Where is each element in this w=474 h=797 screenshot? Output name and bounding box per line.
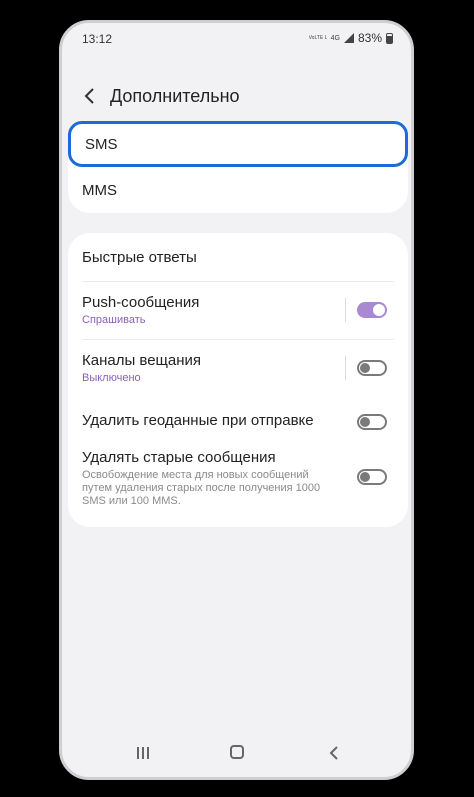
delete-old-messages-description: Освобождение места для новых сообщений п… — [82, 469, 321, 507]
phone-screen: 13:12 VoLTE LTE1 4G 83% Дополнительно SM… — [59, 20, 414, 780]
delete-old-messages-item[interactable]: Удалять старые сообщения Освобождение ме… — [68, 441, 408, 517]
push-messages-item[interactable]: Push-сообщения Спрашивать — [68, 282, 408, 338]
broadcast-channels-item[interactable]: Каналы вещания Выключено — [68, 340, 408, 396]
delete-old-messages-label: Удалять старые сообщения — [82, 449, 276, 466]
remove-geodata-label: Удалить геоданные при отправке — [82, 412, 314, 429]
status-time: 13:12 — [82, 32, 113, 46]
broadcast-channels-toggle[interactable] — [357, 360, 387, 376]
network-indicator: VoLTE LTE1 — [309, 35, 327, 41]
delete-old-messages-toggle[interactable] — [357, 469, 387, 485]
volte-label: VoLTE LTE1 — [308, 35, 327, 41]
remove-geodata-item[interactable]: Удалить геоданные при отправке — [68, 396, 408, 446]
push-messages-toggle[interactable] — [357, 302, 387, 318]
vertical-divider — [345, 356, 346, 380]
signal-icon — [343, 33, 354, 43]
recent-apps-icon[interactable] — [136, 746, 150, 760]
chevron-left-icon[interactable] — [80, 84, 100, 108]
broadcast-channels-status: Выключено — [82, 372, 141, 384]
app-header: Дополнительно — [62, 78, 411, 118]
messaging-settings-card: SMS MMS — [68, 121, 408, 213]
battery-percent: 83% — [357, 31, 382, 45]
quick-replies-item[interactable]: Быстрые ответы — [68, 233, 408, 281]
push-messages-label: Push-сообщения — [82, 294, 200, 311]
sms-settings-item[interactable]: SMS — [68, 121, 408, 167]
mms-settings-item[interactable]: MMS — [68, 167, 408, 213]
status-bar: 13:12 VoLTE LTE1 4G 83% — [62, 23, 411, 55]
push-messages-status: Спрашивать — [82, 314, 146, 326]
4g-label: 4G — [330, 34, 340, 42]
vertical-divider — [345, 298, 346, 322]
broadcast-channels-label: Каналы вещания — [82, 352, 202, 369]
options-card: Быстрые ответы Push-сообщения Спрашивать… — [68, 233, 408, 527]
home-icon[interactable] — [230, 745, 244, 759]
sms-label: SMS — [85, 136, 118, 153]
status-icons: VoLTE LTE1 4G 83% — [309, 31, 393, 45]
mms-label: MMS — [82, 182, 117, 199]
battery-icon — [386, 32, 393, 44]
system-nav-bar — [62, 732, 411, 777]
back-nav-icon[interactable] — [328, 744, 340, 762]
page-title: Дополнительно — [110, 86, 240, 106]
quick-replies-label: Быстрые ответы — [82, 249, 197, 266]
remove-geodata-toggle[interactable] — [357, 414, 387, 430]
